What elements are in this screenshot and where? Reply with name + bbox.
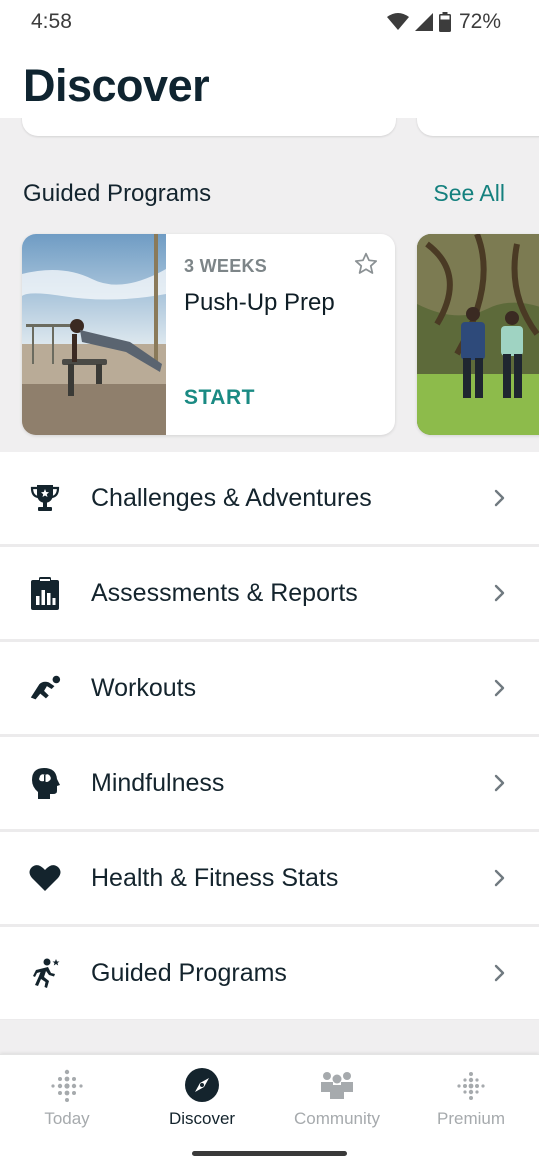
program-image [22, 234, 166, 435]
nav-item-discover[interactable]: Discover [142, 1067, 262, 1137]
previous-card-edge[interactable] [22, 118, 396, 136]
people-icon [319, 1067, 355, 1103]
nav-item-today[interactable]: Today [7, 1067, 127, 1137]
chevron-right-icon [493, 773, 507, 793]
running-person-icon [28, 956, 62, 990]
program-card-push-up-prep[interactable]: 3 WEEKS Push-Up Prep START [22, 234, 395, 435]
menu-item-assessments[interactable]: Assessments & Reports [0, 547, 539, 642]
menu-item-mindfulness[interactable]: Mindfulness [0, 737, 539, 832]
battery-icon [438, 12, 451, 32]
menu-label: Assessments & Reports [91, 579, 358, 607]
nav-label: Discover [168, 1109, 236, 1128]
nav-label: Community [294, 1109, 380, 1128]
trophy-icon [28, 481, 62, 515]
nav-label: Today [44, 1109, 90, 1128]
walking-couple-photo [417, 234, 539, 435]
page-title: Discover [23, 60, 210, 111]
see-all-link[interactable]: See All [433, 180, 505, 207]
compass-icon [184, 1067, 220, 1103]
program-duration: 3 WEEKS [184, 256, 268, 276]
clipboard-chart-icon [28, 576, 62, 610]
nav-label: Premium [436, 1109, 505, 1128]
home-indicator[interactable] [192, 1151, 347, 1156]
push-up-photo [22, 234, 166, 435]
workout-runner-icon [28, 671, 62, 705]
nav-item-community[interactable]: Community [277, 1067, 397, 1137]
status-time: 4:58 [31, 10, 72, 33]
battery-percent: 72% [458, 10, 501, 33]
start-button[interactable]: START [184, 386, 255, 410]
menu-label: Challenges & Adventures [91, 484, 372, 512]
program-card-walking[interactable] [417, 234, 539, 435]
chevron-right-icon [493, 963, 507, 983]
chevron-right-icon [493, 868, 507, 888]
program-name: Push-Up Prep [184, 289, 335, 316]
menu-label: Health & Fitness Stats [91, 864, 339, 892]
page-header: Discover [0, 50, 539, 118]
menu-item-health-stats[interactable]: Health & Fitness Stats [0, 832, 539, 927]
chevron-right-icon [493, 488, 507, 508]
heart-icon [28, 861, 62, 895]
menu-item-challenges[interactable]: Challenges & Adventures [0, 452, 539, 547]
wifi-icon [386, 13, 409, 31]
dots-premium-icon [453, 1067, 489, 1103]
status-bar: 4:58 72% [0, 0, 539, 50]
chevron-right-icon [493, 583, 507, 603]
menu-label: Mindfulness [91, 769, 225, 797]
signal-icon [414, 13, 433, 31]
dots-icon [49, 1067, 85, 1103]
guided-programs-title: Guided Programs [23, 180, 212, 207]
chevron-right-icon [493, 678, 507, 698]
previous-card-edge-2[interactable] [417, 118, 539, 136]
status-indicators: 72% [386, 10, 501, 34]
menu-item-guided-programs[interactable]: Guided Programs [0, 927, 539, 1022]
menu-label: Workouts [91, 674, 197, 702]
bottom-navigation: Today Discover Community Premium [0, 1054, 539, 1170]
discover-scroll-area: Guided Programs See All 3 WEEKS Push-Up … [0, 118, 539, 452]
nav-item-premium[interactable]: Premium [411, 1067, 531, 1137]
star-outline-icon[interactable] [353, 251, 379, 277]
head-brain-icon [28, 766, 62, 800]
list-footer-spacer [0, 1020, 539, 1056]
menu-label: Guided Programs [91, 959, 287, 987]
discover-menu-list: Challenges & Adventures Assessments & Re… [0, 452, 539, 1022]
menu-item-workouts[interactable]: Workouts [0, 642, 539, 737]
